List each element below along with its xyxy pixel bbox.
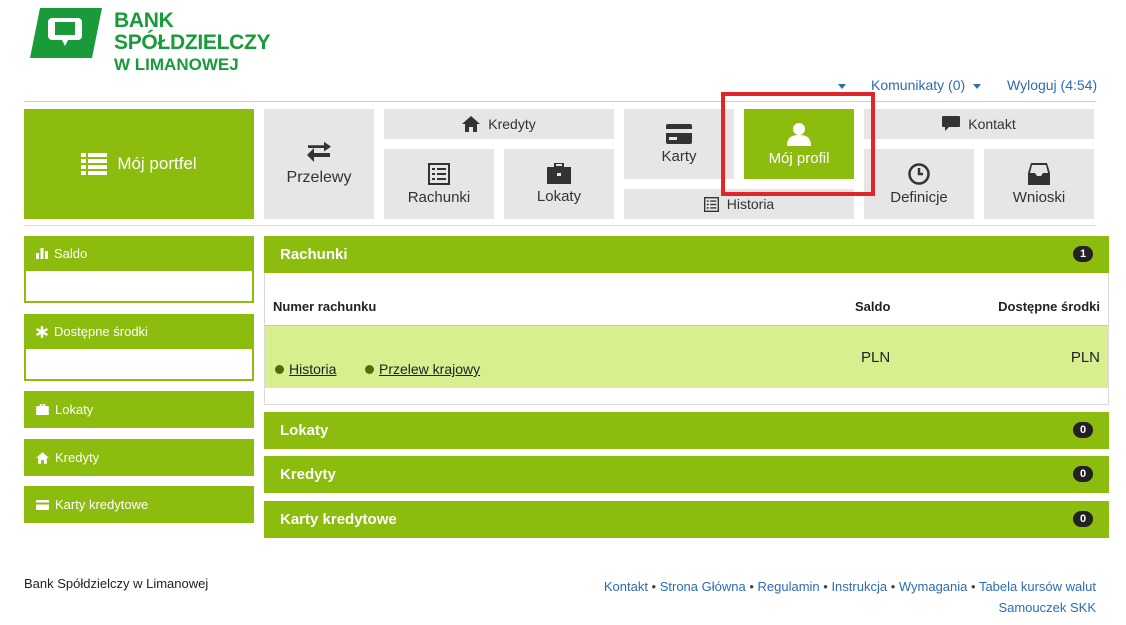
tile-history-label: Historia <box>726 196 775 212</box>
user-icon <box>786 122 811 146</box>
tile-cards-label: Karty <box>661 147 697 165</box>
sidebar-balance-label: Saldo <box>54 246 88 261</box>
tile-definitions-label: Definicje <box>890 188 948 206</box>
home-icon <box>36 451 49 464</box>
panel-accounts-count-badge: 1 <box>1073 246 1093 262</box>
accounts-table: Numer rachunku Saldo Dostępne środki His… <box>264 273 1109 405</box>
footer-link[interactable]: Kontakt <box>604 579 648 594</box>
list-icon <box>81 153 108 175</box>
domestic-transfer-label: Przelew krajowy <box>379 361 481 377</box>
brand-line-2: W LIMANOWEJ <box>114 55 239 74</box>
ledger-icon <box>427 162 450 185</box>
home-icon <box>462 116 481 132</box>
top-bar: Komunikaty (0) Wyloguj (4:54) <box>24 74 1097 102</box>
credit-card-icon <box>36 499 49 510</box>
tile-my-profile-label: Mój profil <box>768 149 830 167</box>
sidebar-balance[interactable]: Saldo <box>24 236 254 303</box>
sidebar-credit-cards-label: Karty kredytowe <box>55 497 149 512</box>
asterisk-icon <box>36 325 48 338</box>
footer-link[interactable]: Instrukcja <box>831 579 887 594</box>
sidebar-deposits[interactable]: Lokaty <box>24 391 254 428</box>
bullet-icon <box>275 364 284 374</box>
tile-deposits-label: Lokaty <box>536 188 582 205</box>
footer-link[interactable]: Samouczek SKK <box>998 600 1096 615</box>
sidebar-deposits-label: Lokaty <box>55 402 94 417</box>
tile-definitions[interactable]: Definicje <box>864 149 974 219</box>
tile-contact-label: Kontakt <box>968 116 1016 132</box>
panel-credit-cards-header[interactable]: Karty kredytowe 0 <box>264 501 1109 538</box>
footer-bank-name: Bank Spółdzielczy w Limanowej <box>24 576 209 591</box>
tile-accounts[interactable]: Rachunki <box>384 149 494 219</box>
domestic-transfer-link[interactable]: Przelew krajowy <box>365 361 480 377</box>
panel-deposits-title: Lokaty <box>280 422 329 439</box>
bank-logo-icon <box>30 8 102 58</box>
tile-my-portfolio[interactable]: Mój portfel <box>24 109 254 219</box>
sidebar-available-funds-box <box>24 349 254 381</box>
briefcase-icon <box>546 163 571 184</box>
sidebar-credits[interactable]: Kredyty <box>24 439 254 476</box>
footer-links: Kontakt • Strona Główna • Regulamin • In… <box>603 579 1096 615</box>
panel-credits-count-badge: 0 <box>1073 466 1093 482</box>
chat-bubble-icon <box>942 116 961 131</box>
inbox-icon <box>1027 162 1050 185</box>
briefcase-icon <box>36 404 49 415</box>
messages-link[interactable]: Komunikaty (0) <box>871 77 965 93</box>
tile-credits[interactable]: Kredyty <box>384 109 614 139</box>
column-available-funds: Dostępne środki <box>998 299 1100 314</box>
brand-line-1: BANK SPÓŁDZIELCZY <box>114 9 271 54</box>
column-account-number: Numer rachunku <box>273 299 377 314</box>
sidebar-credits-label: Kredyty <box>55 450 100 465</box>
logout-link[interactable]: Wyloguj (4:54) <box>1007 77 1097 93</box>
panel-deposits-count-badge: 0 <box>1073 422 1093 438</box>
panel-credits-title: Kredyty <box>280 466 336 483</box>
messages-chevron-down-icon[interactable] <box>973 84 981 89</box>
bar-chart-icon <box>36 248 48 259</box>
ledger-icon <box>703 196 719 212</box>
account-history-label: Historia <box>289 361 337 377</box>
column-balance: Saldo <box>855 299 891 314</box>
tile-my-portfolio-label: Mój portfel <box>117 154 197 173</box>
footer-link[interactable]: Regulamin <box>758 579 820 594</box>
footer-link[interactable]: Strona Główna <box>660 579 746 594</box>
panel-accounts-title: Rachunki <box>280 246 348 263</box>
account-history-link[interactable]: Historia <box>275 361 336 377</box>
bullet-icon <box>365 364 374 374</box>
table-row[interactable]: Historia Przelew krajowy PLN PLN <box>265 325 1108 388</box>
tile-my-profile[interactable]: Mój profil <box>744 109 854 179</box>
tile-cards[interactable]: Karty <box>624 109 734 179</box>
sidebar-available-funds[interactable]: Dostępne środki <box>24 314 254 381</box>
account-available-value: PLN <box>1070 349 1100 366</box>
panel-deposits-header[interactable]: Lokaty 0 <box>264 412 1109 449</box>
tile-contact[interactable]: Kontakt <box>864 109 1094 139</box>
panel-credit-cards-title: Karty kredytowe <box>280 511 397 528</box>
bank-logo[interactable]: BANK SPÓŁDZIELCZY W LIMANOWEJ <box>30 6 330 74</box>
footer-link[interactable]: Wymagania <box>899 579 968 594</box>
panel-credits-header[interactable]: Kredyty 0 <box>264 456 1109 493</box>
tile-accounts-label: Rachunki <box>407 188 471 206</box>
tile-transfers-label: Przelewy <box>286 169 352 186</box>
transfer-arrows-icon <box>307 141 331 162</box>
sidebar-available-funds-label: Dostępne środki <box>54 324 148 339</box>
credit-card-icon <box>665 123 692 144</box>
tile-history[interactable]: Historia <box>624 189 854 219</box>
tile-credits-label: Kredyty <box>488 116 536 132</box>
panel-credit-cards-count-badge: 0 <box>1073 511 1093 527</box>
tile-requests-label: Wnioski <box>1012 188 1066 206</box>
tile-transfers[interactable]: Przelewy <box>264 109 374 219</box>
tile-requests[interactable]: Wnioski <box>984 149 1094 219</box>
sidebar-balance-box <box>24 271 254 303</box>
panel-accounts-header[interactable]: Rachunki 1 <box>264 236 1109 273</box>
account-balance-value: PLN <box>861 349 891 366</box>
tile-deposits[interactable]: Lokaty <box>504 149 614 219</box>
sidebar-credit-cards[interactable]: Karty kredytowe <box>24 486 254 523</box>
clock-icon <box>908 162 930 185</box>
divider <box>24 225 1096 226</box>
footer-link[interactable]: Tabela kursów walut <box>979 579 1096 594</box>
user-menu-chevron-down-icon[interactable] <box>838 84 846 89</box>
